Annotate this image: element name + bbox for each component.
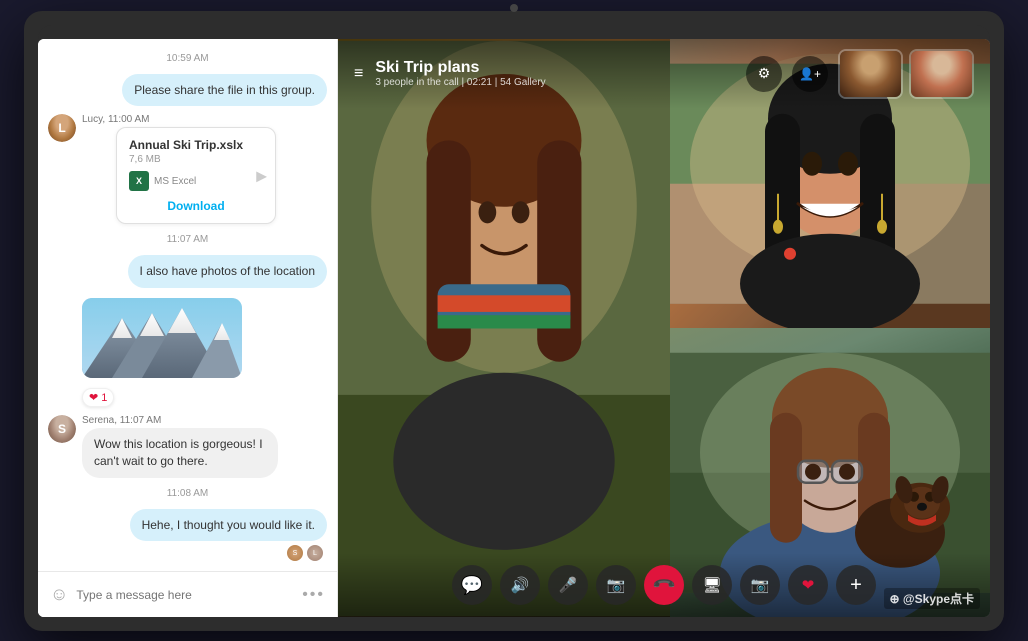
video-header: ≡ Ski Trip plans 3 people in the call | … bbox=[338, 39, 990, 109]
reaction-row: ❤ 1 bbox=[82, 388, 327, 407]
photo-message bbox=[82, 298, 242, 378]
avatar-serena-img: S bbox=[48, 415, 76, 443]
user-row-serena: S Serena, 11:07 AM Wow this location is … bbox=[48, 415, 327, 478]
reaction-heart: ❤ 1 bbox=[82, 388, 114, 407]
video-right-panel bbox=[670, 39, 990, 618]
add-more-button[interactable]: + bbox=[836, 565, 876, 605]
chat-panel: 10:59 AM Please share the file in this g… bbox=[38, 39, 338, 618]
video-panel: ≡ Ski Trip plans 3 people in the call | … bbox=[338, 39, 990, 618]
hamburger-icon[interactable]: ≡ bbox=[354, 65, 363, 83]
call-controls-top: ⚙ 👤+ bbox=[746, 49, 974, 99]
person-main-video bbox=[338, 39, 670, 618]
bubble-sent-2: I also have photos of the location bbox=[128, 255, 327, 288]
screen-share-button[interactable]: 🖥 bbox=[692, 565, 732, 605]
call-title: Ski Trip plans bbox=[375, 59, 746, 77]
serena-messages: Serena, 11:07 AM Wow this location is go… bbox=[82, 415, 327, 478]
video-button[interactable]: 📷 bbox=[596, 565, 636, 605]
lucy-messages: Lucy, 11:00 AM Annual Ski Trip.xslx 7,6 … bbox=[82, 114, 276, 224]
video-main-left bbox=[338, 39, 670, 618]
file-type-label: MS Excel bbox=[154, 176, 196, 187]
avatar-lucy-img: L bbox=[48, 114, 76, 142]
file-name: Annual Ski Trip.xslx bbox=[129, 138, 263, 152]
participant-thumbnails bbox=[838, 49, 974, 99]
send-icon: ▶ bbox=[256, 167, 267, 184]
bubble-sent-1: Please share the file in this group. bbox=[122, 74, 327, 107]
download-button[interactable]: Download bbox=[129, 199, 263, 213]
lucy-label: Lucy, 11:00 AM bbox=[82, 114, 276, 125]
call-title-section: Ski Trip plans 3 people in the call | 02… bbox=[375, 59, 746, 88]
message-input[interactable] bbox=[76, 588, 294, 602]
excel-icon: X bbox=[129, 171, 149, 191]
message-sent-1: Please share the file in this group. bbox=[48, 74, 327, 107]
message-sent-2: I also have photos of the location bbox=[48, 255, 327, 288]
avatar-lucy: L bbox=[48, 114, 76, 142]
file-type-row: X MS Excel bbox=[129, 171, 263, 191]
more-options-button[interactable]: ••• bbox=[302, 586, 325, 604]
laptop-screen: 10:59 AM Please share the file in this g… bbox=[38, 39, 990, 618]
watermark: ⊕ @Skype点卡 bbox=[884, 588, 980, 609]
timestamp-1: 10:59 AM bbox=[48, 53, 327, 64]
timestamp-2: 11:07 AM bbox=[48, 234, 327, 245]
serena-label: Serena, 11:07 AM bbox=[82, 415, 327, 426]
call-subtitle: 3 people in the call | 02:21 | 54 Galler… bbox=[375, 77, 746, 88]
react-heart-button[interactable]: ❤ bbox=[788, 565, 828, 605]
camera-dot bbox=[510, 4, 518, 12]
speaker-button[interactable]: 🔊 bbox=[500, 565, 540, 605]
read-receipts: S L bbox=[48, 545, 327, 561]
chat-toggle-button[interactable]: 💬 bbox=[452, 565, 492, 605]
settings-button[interactable]: ⚙ bbox=[746, 56, 782, 92]
file-size: 7,6 MB bbox=[129, 154, 263, 165]
message-sent-3: Hehe, I thought you would like it. bbox=[48, 509, 327, 542]
bubble-sent-3: Hehe, I thought you would like it. bbox=[130, 509, 327, 542]
file-card: Annual Ski Trip.xslx 7,6 MB X MS Excel D… bbox=[116, 127, 276, 224]
mic-button[interactable]: 🎤 bbox=[548, 565, 588, 605]
end-call-button[interactable]: 📞 bbox=[636, 557, 693, 614]
chat-input-bar: ☺ ••• bbox=[38, 571, 337, 617]
thumb-1 bbox=[838, 49, 903, 99]
camera-switch-button[interactable]: 📷 bbox=[740, 565, 780, 605]
avatar-serena: S bbox=[48, 415, 76, 443]
bubble-serena: Wow this location is gorgeous! I can't w… bbox=[82, 428, 278, 478]
timestamp-3: 11:08 AM bbox=[48, 488, 327, 499]
video-main-area bbox=[338, 39, 990, 618]
thumb-2 bbox=[909, 49, 974, 99]
add-person-button[interactable]: 👤+ bbox=[792, 56, 828, 92]
emoji-button[interactable]: ☺ bbox=[50, 584, 68, 605]
chat-messages: 10:59 AM Please share the file in this g… bbox=[38, 39, 337, 572]
user-row-lucy: L Lucy, 11:00 AM Annual Ski Trip.xslx 7,… bbox=[48, 114, 327, 224]
